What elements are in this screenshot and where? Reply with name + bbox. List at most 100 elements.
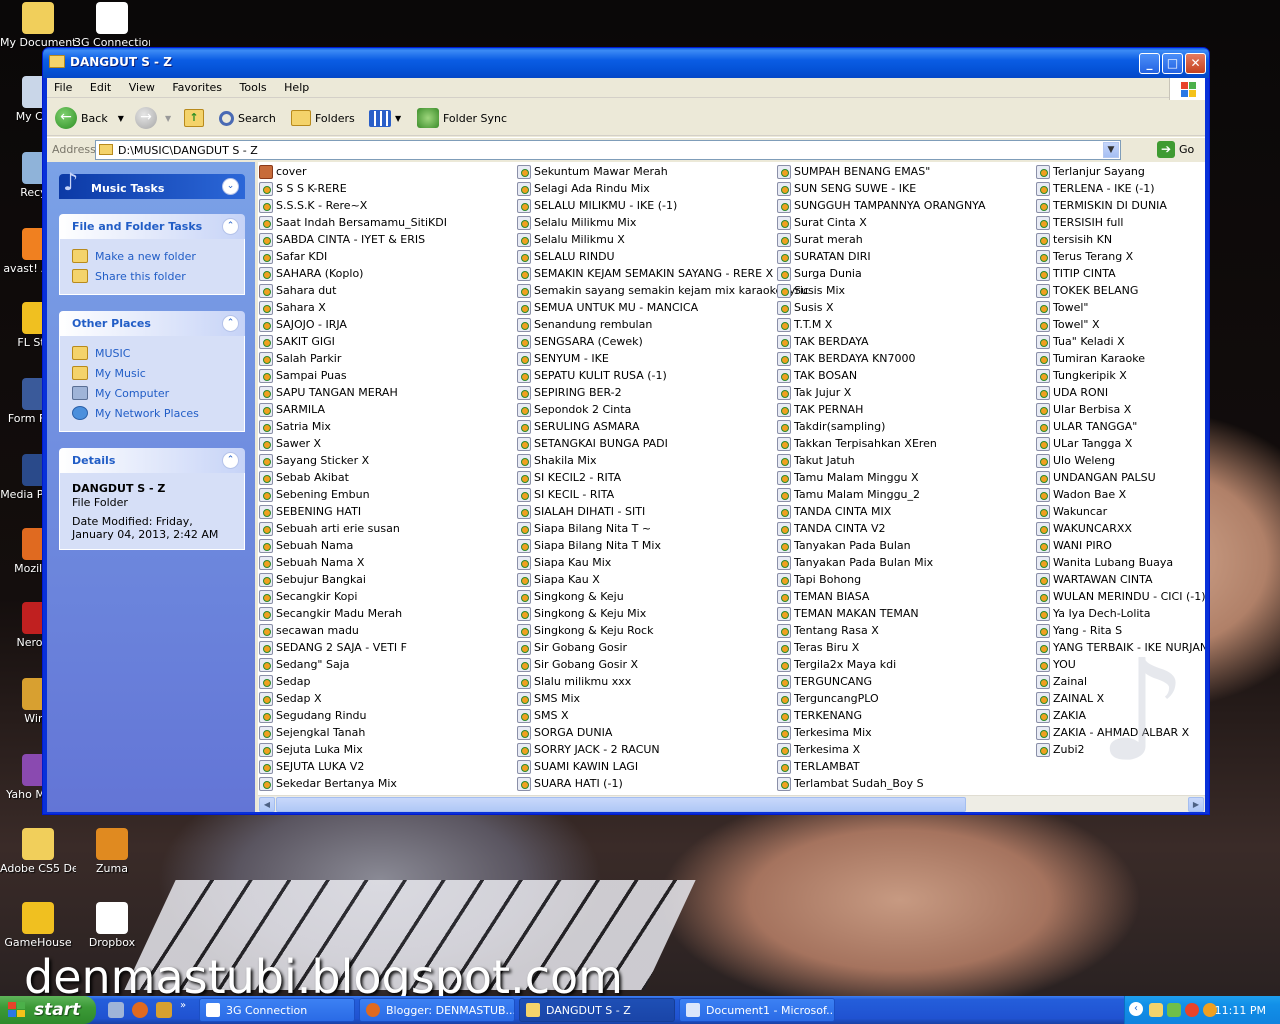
file-item[interactable]: Tapi Bohong	[777, 571, 986, 588]
file-item[interactable]: WANI PIRO	[1036, 537, 1205, 554]
file-item[interactable]: SORGA DUNIA	[517, 724, 809, 741]
file-item[interactable]: Sedap X	[259, 690, 447, 707]
file-item[interactable]: Tamu Malam Minggu_2	[777, 486, 986, 503]
file-item[interactable]: Sir Gobang Gosir X	[517, 656, 809, 673]
file-item[interactable]: Surga Dunia	[777, 265, 986, 282]
file-item[interactable]: Takdir(sampling)	[777, 418, 986, 435]
file-item[interactable]: cover	[259, 163, 447, 180]
start-button[interactable]: start	[0, 996, 96, 1024]
file-item[interactable]: Wadon Bae X	[1036, 486, 1205, 503]
chevron-up-icon[interactable]: ⌃	[222, 218, 239, 235]
file-item[interactable]: Surat Cinta X	[777, 214, 986, 231]
file-item[interactable]: UNDANGAN PALSU	[1036, 469, 1205, 486]
desktop-icon[interactable]: 3G Connection	[74, 2, 150, 49]
file-item[interactable]: S S S K-RERE	[259, 180, 447, 197]
menu-edit[interactable]: Edit	[83, 78, 118, 94]
file-item[interactable]: SEBENING HATI	[259, 503, 447, 520]
file-item[interactable]: Wakuncar	[1036, 503, 1205, 520]
desktop-icon[interactable]: Zuma	[74, 828, 150, 875]
file-item[interactable]: Tanyakan Pada Bulan Mix	[777, 554, 986, 571]
file-item[interactable]: SUMPAH BENANG EMAS"	[777, 163, 986, 180]
desktop-icon[interactable]: Adobe CS5 Design P...	[0, 828, 76, 875]
file-item[interactable]: Terlanjur Sayang	[1036, 163, 1205, 180]
up-folder-button[interactable]: ↑	[184, 106, 208, 130]
file-item[interactable]: Sebuah Nama	[259, 537, 447, 554]
file-item[interactable]: Selagi Ada Rindu Mix	[517, 180, 809, 197]
file-item[interactable]: TERLAMBAT	[777, 758, 986, 775]
file-item[interactable]: Sebuah Nama X	[259, 554, 447, 571]
file-item[interactable]: Tergila2x Maya kdi	[777, 656, 986, 673]
file-item[interactable]: Teras Biru X	[777, 639, 986, 656]
file-item[interactable]: Sir Gobang Gosir	[517, 639, 809, 656]
file-item[interactable]: TEMAN MAKAN TEMAN	[777, 605, 986, 622]
show-desktop-icon[interactable]	[108, 1002, 124, 1018]
file-item[interactable]: UDA RONI	[1036, 384, 1205, 401]
file-item[interactable]: Ular Berbisa X	[1036, 401, 1205, 418]
file-item[interactable]: TAK BERDAYA KN7000	[777, 350, 986, 367]
folders-button[interactable]: Folders	[291, 106, 355, 130]
tray-app-icon[interactable]	[1185, 1003, 1199, 1017]
file-folder-tasks-header[interactable]: File and Folder Tasks ⌃	[59, 214, 245, 239]
file-item[interactable]: Sedang" Saja	[259, 656, 447, 673]
file-item[interactable]: TERGUNCANG	[777, 673, 986, 690]
file-item[interactable]: SEDANG 2 SAJA - VETI F	[259, 639, 447, 656]
file-item[interactable]: SI KECIL - RITA	[517, 486, 809, 503]
file-item[interactable]: TAK PERNAH	[777, 401, 986, 418]
file-item[interactable]: Takkan Terpisahkan XEren	[777, 435, 986, 452]
file-item[interactable]: SELALU MILIKMU - IKE (-1)	[517, 197, 809, 214]
file-item[interactable]: Singkong & Keju	[517, 588, 809, 605]
scroll-left-icon[interactable]: ◀	[259, 797, 275, 812]
file-item[interactable]: Sebening Embun	[259, 486, 447, 503]
make-new-folder-link[interactable]: Make a new folder	[72, 246, 244, 266]
file-item[interactable]: SUNGGUH TAMPANNYA ORANGNYA	[777, 197, 986, 214]
file-item[interactable]: SMS Mix	[517, 690, 809, 707]
file-item[interactable]: tersisih KN	[1036, 231, 1205, 248]
file-item[interactable]: SENYUM - IKE	[517, 350, 809, 367]
file-item[interactable]: Siapa Bilang Nita T ~	[517, 520, 809, 537]
file-item[interactable]: TITIP CINTA	[1036, 265, 1205, 282]
file-item[interactable]: Terus Terang X	[1036, 248, 1205, 265]
tray-network-icon[interactable]	[1167, 1003, 1181, 1017]
file-item[interactable]: Senandung rembulan	[517, 316, 809, 333]
tray-mail-icon[interactable]	[1149, 1003, 1163, 1017]
file-item[interactable]: SAKIT GIGI	[259, 333, 447, 350]
file-item[interactable]: Segudang Rindu	[259, 707, 447, 724]
share-folder-link[interactable]: Share this folder	[72, 266, 244, 286]
desktop-icon[interactable]: GameHouse	[0, 902, 76, 949]
menu-help[interactable]: Help	[277, 78, 316, 94]
file-item[interactable]: SAPU TANGAN MERAH	[259, 384, 447, 401]
file-item[interactable]: Singkong & Keju Rock	[517, 622, 809, 639]
file-item[interactable]: TERLENA - IKE (-1)	[1036, 180, 1205, 197]
scroll-right-icon[interactable]: ▶	[1188, 797, 1204, 812]
file-item[interactable]: Singkong & Keju Mix	[517, 605, 809, 622]
other-places-header[interactable]: Other Places ⌃	[59, 311, 245, 336]
chevron-down-icon[interactable]: ⌄	[222, 178, 239, 195]
file-item[interactable]: secawan madu	[259, 622, 447, 639]
file-item[interactable]: Safar KDI	[259, 248, 447, 265]
file-item[interactable]: Towel"	[1036, 299, 1205, 316]
taskbar-item-3g-connection[interactable]: 3G Connection	[199, 998, 355, 1022]
file-item[interactable]: SETANGKAI BUNGA PADI	[517, 435, 809, 452]
address-field[interactable]: D:\MUSIC\DANGDUT S - Z ▼	[95, 140, 1121, 160]
go-button[interactable]: ➔ Go	[1157, 141, 1194, 158]
file-item[interactable]: SIALAH DIHATI - SITI	[517, 503, 809, 520]
scrollbar-thumb[interactable]	[276, 797, 966, 812]
file-item[interactable]: Siapa Kau X	[517, 571, 809, 588]
file-item[interactable]: SUAMI KAWIN LAGI	[517, 758, 809, 775]
file-item[interactable]: WARTAWAN CINTA	[1036, 571, 1205, 588]
taskbar-item-blogger[interactable]: Blogger: DENMASTUB...	[359, 998, 515, 1022]
file-item[interactable]: SELALU RINDU	[517, 248, 809, 265]
file-item[interactable]: Towel" X	[1036, 316, 1205, 333]
taskbar-item-document1[interactable]: Document1 - Microsof...	[679, 998, 835, 1022]
file-item[interactable]: TERMISKIN DI DUNIA	[1036, 197, 1205, 214]
file-item[interactable]: WAKUNCARXX	[1036, 520, 1205, 537]
folder-sync-button[interactable]: Folder Sync	[417, 106, 507, 130]
maximize-button[interactable]: □	[1162, 53, 1183, 74]
file-item[interactable]: SURATAN DIRI	[777, 248, 986, 265]
file-item[interactable]: Susis Mix	[777, 282, 986, 299]
file-item[interactable]: SORRY JACK - 2 RACUN	[517, 741, 809, 758]
place-my-computer[interactable]: My Computer	[72, 383, 244, 403]
file-item[interactable]: WULAN MERINDU - CICI (-1)	[1036, 588, 1205, 605]
firefox-icon[interactable]	[132, 1002, 148, 1018]
minimize-button[interactable]: _	[1139, 53, 1160, 74]
